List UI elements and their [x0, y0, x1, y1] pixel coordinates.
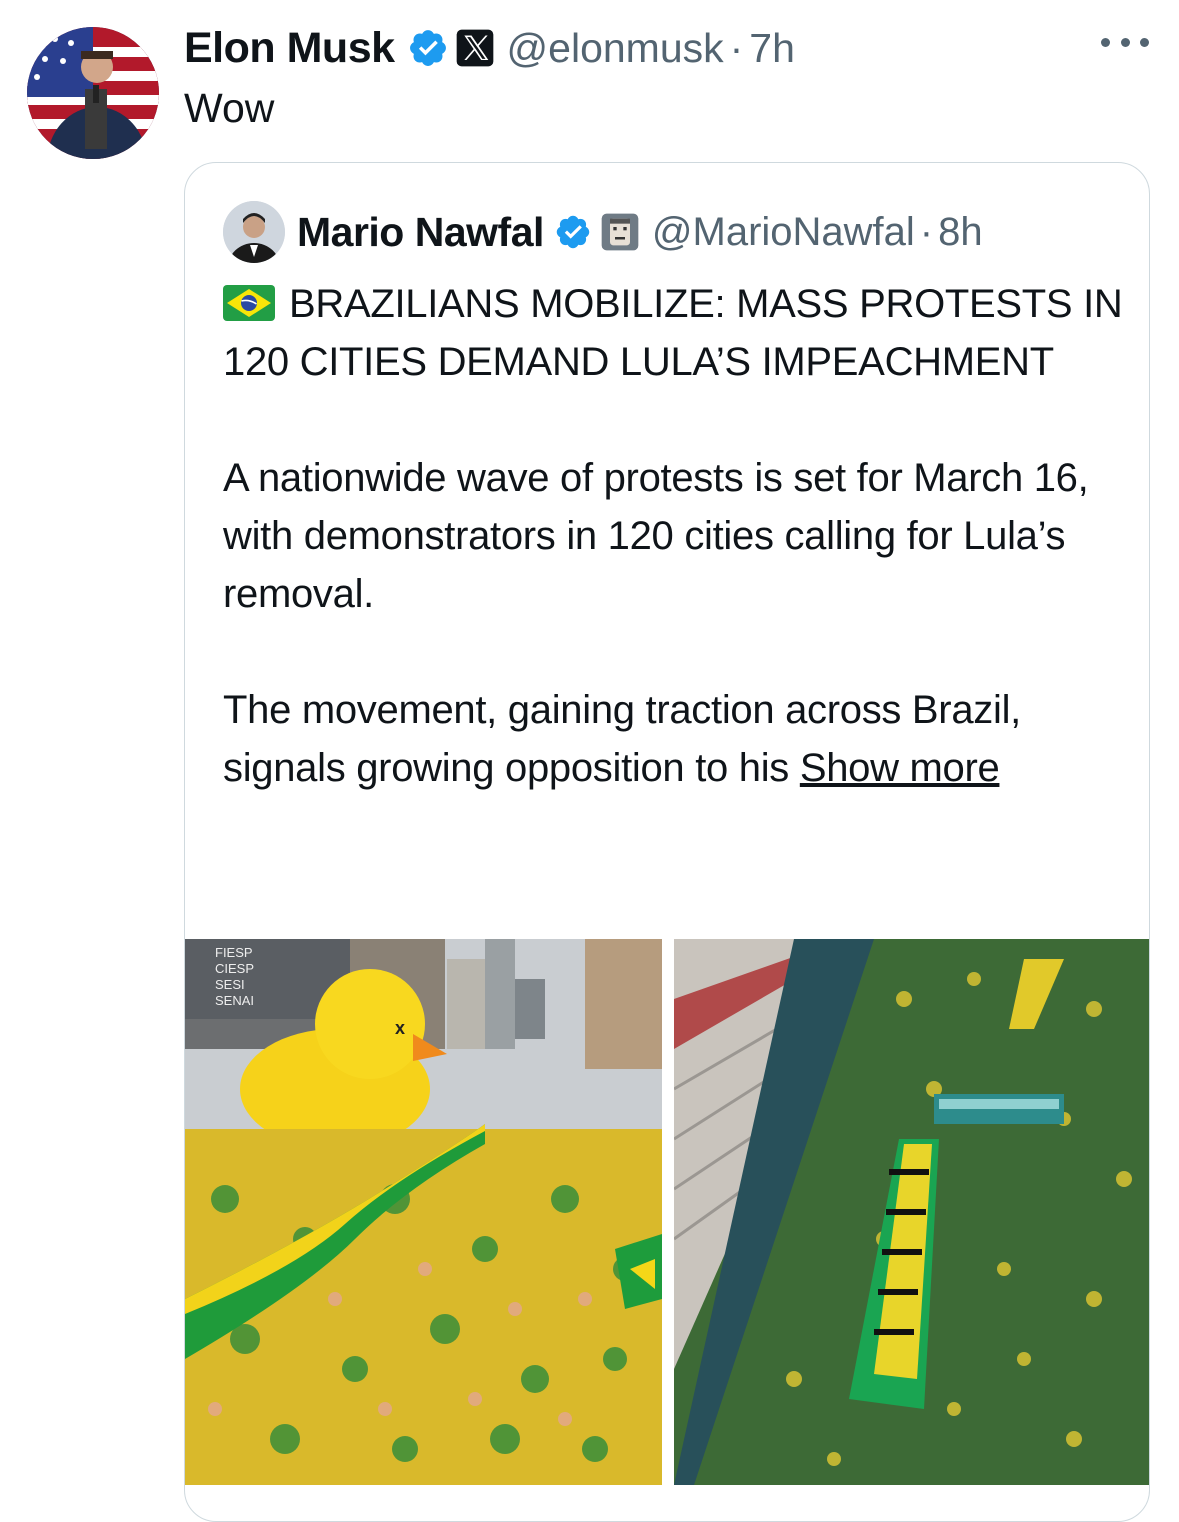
separator-dot: · [919, 209, 934, 254]
headline: BRAZILIANS MOBILIZE: MASS PROTESTS IN 12… [223, 282, 1123, 384]
svg-text:CIESP: CIESP [215, 961, 254, 976]
headline-line: BRAZILIANS MOBILIZE: MASS PROTESTS IN 12… [223, 275, 1123, 391]
separator-dot: · [729, 24, 744, 71]
author-avatar[interactable] [27, 27, 159, 159]
media-grid: FIESP CIESP SESI SENAI x [185, 939, 1149, 1485]
quoted-post[interactable]: Mario Nawfal @MarioNawfal · 8h BRAZILIAN… [184, 162, 1150, 1522]
quoted-post-time[interactable]: 8h [938, 210, 983, 255]
verified-badge-icon [556, 215, 590, 249]
post-text: Wow [184, 85, 275, 131]
brazil-flag-icon [223, 285, 275, 321]
author-handle[interactable]: @elonmusk [507, 25, 724, 72]
author-name[interactable]: Elon Musk [184, 24, 395, 73]
quoted-post-header: Mario Nawfal @MarioNawfal · 8h [223, 201, 983, 263]
post-time[interactable]: 7h [749, 25, 795, 72]
x-affiliate-icon [456, 29, 493, 67]
protest-photo-aerial[interactable] [674, 939, 1149, 1485]
paragraph-2: The movement, gaining traction across Br… [223, 681, 1123, 797]
more-options-icon[interactable] [1101, 30, 1149, 54]
post-header: Elon Musk @elonmusk · 7h [184, 20, 795, 76]
quoted-author-handle[interactable]: @MarioNawfal [652, 210, 915, 255]
quoted-post-text: BRAZILIANS MOBILIZE: MASS PROTESTS IN 12… [223, 275, 1123, 797]
svg-text:FIESP: FIESP [215, 945, 253, 960]
svg-text:SESI: SESI [215, 977, 245, 992]
protest-photo-duck[interactable]: FIESP CIESP SESI SENAI x [185, 939, 662, 1485]
svg-text:SENAI: SENAI [215, 993, 254, 1008]
show-more-link[interactable]: Show more [800, 746, 1000, 790]
affiliate-avatar-icon [601, 213, 639, 251]
svg-text:x: x [395, 1018, 405, 1038]
quoted-author-avatar[interactable] [223, 201, 285, 263]
quoted-author-name[interactable]: Mario Nawfal [297, 209, 544, 256]
verified-badge-icon [409, 30, 446, 66]
paragraph-1: A nationwide wave of protests is set for… [223, 456, 1089, 616]
